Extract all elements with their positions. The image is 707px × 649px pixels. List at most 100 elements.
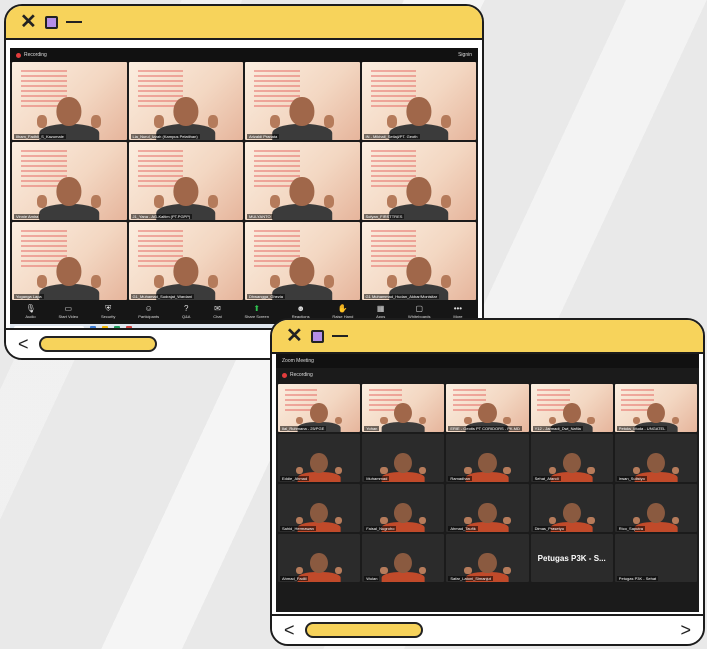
participant-tile[interactable]: Ramadhan [446, 434, 529, 482]
thumbs-up-icon [418, 516, 427, 525]
participant-tile[interactable]: Lia_Nurul_Izzah (Kampus Pelatihan) [128, 62, 243, 140]
hand-button[interactable]: ✋ Raise Hand [332, 305, 353, 320]
scroll-pill[interactable] [38, 336, 157, 352]
participant-name: Irwan_Sulistyo [616, 476, 647, 481]
mic-button[interactable]: 🎙 Audio [25, 304, 36, 320]
participant-tile[interactable]: Petugas P3K - Sehat [614, 534, 697, 582]
view-label[interactable]: Signin [458, 52, 472, 58]
participant-tile[interactable]: Safar_Latoni_Simanjut [446, 534, 529, 582]
maximize-icon[interactable] [44, 15, 58, 29]
participant-name: Sofyan_FIRSTTRES [363, 214, 405, 219]
whiteboard-button[interactable]: ▢ Whiteboards [408, 305, 430, 320]
participant-face [310, 452, 329, 474]
participant-tile[interactable]: Ilham_Fadhli_S_Kazumale [12, 62, 127, 140]
participant-name: Yoganga Lapa [14, 294, 44, 299]
participant-tile[interactable]: Ilal_Ruhmana - 25/PGE [278, 384, 361, 432]
participant-tile[interactable]: J1_Yana - AG-Kaltim (PT.PGPP) [128, 142, 243, 220]
thumbs-up-icon [671, 466, 679, 475]
participant-tile[interactable]: Muhammad [362, 434, 445, 482]
next-arrow-icon[interactable]: > [680, 621, 691, 639]
maximize-icon[interactable] [310, 329, 324, 343]
reaction-icon: ☻ [296, 304, 305, 313]
reaction-button[interactable]: ☻ Reactions [292, 304, 310, 320]
participant-tile[interactable]: Arizaldi Pranata [245, 62, 360, 140]
camera-button[interactable]: ▭ Start Video [58, 305, 78, 320]
window-b: ✕ Zoom Meeting Recording Ilal_Ruhmana - … [270, 318, 705, 646]
thumbs-up-icon [386, 195, 397, 208]
thumbs-up-icon [380, 566, 388, 575]
close-icon[interactable]: ✕ [20, 12, 37, 32]
chat-button[interactable]: ✉ Chat [213, 304, 221, 320]
thumbs-up-icon [548, 466, 557, 475]
participant-name: Dhwangga_Ghezia [247, 294, 286, 299]
thumbs-up-icon [153, 195, 164, 208]
participant-face [394, 502, 413, 524]
participant-tile[interactable]: Irwan_Sulistyo [614, 434, 697, 482]
thumbs-up-icon [548, 416, 557, 425]
thumbs-up-icon [671, 516, 679, 525]
thumbs-up-icon [334, 416, 343, 425]
participant-tile[interactable]: Rico_Saputra [614, 484, 697, 532]
prev-arrow-icon[interactable]: < [284, 621, 295, 639]
participant-tile[interactable]: Ahmad_Fadlil [278, 534, 361, 582]
participant-tile[interactable]: Eddie_Ahmad [278, 434, 361, 482]
apps-button[interactable]: ▦ Apps [376, 305, 385, 320]
minimize-icon[interactable] [331, 335, 348, 337]
participant-name: IN - Mikhail_Setiaji/PT. Geoth [363, 134, 420, 139]
prev-arrow-icon[interactable]: < [18, 335, 29, 353]
toolbar-label: Share Screen [244, 314, 269, 319]
zoom-title: Zoom Meeting [282, 358, 314, 364]
mic-icon: 🎙 [25, 304, 36, 313]
participant-tile[interactable]: ERIE - Geotis PT CORIDORS - PK.MD [446, 384, 529, 432]
thumbs-up-icon [587, 466, 595, 475]
toolbar-label: Q&A [181, 314, 191, 319]
share-screen-button[interactable]: ⬆ Share Screen [244, 305, 269, 320]
scroll-pill[interactable] [304, 622, 423, 638]
more-button[interactable]: ••• More [453, 305, 462, 320]
participant-tile[interactable]: IN - Mikhail_Setiaji/PT. Geoth [361, 62, 476, 140]
participant-tile[interactable]: Petugas P3K - S... [530, 534, 613, 582]
people-button[interactable]: ☺ Participants [138, 305, 159, 320]
thumbs-up-icon [207, 195, 218, 208]
zoom-window-a: Recording Signin Ilham_Fadhli_S_Kazumale… [10, 48, 478, 324]
participant-tile[interactable]: Sehat_Afandi [530, 434, 613, 482]
participant-tile[interactable]: Yohan [362, 384, 445, 432]
chat-icon: ✉ [214, 304, 221, 313]
participant-tile[interactable]: Y12 - Jarmadi_Dwi_Nafila [530, 384, 613, 432]
thumbs-up-icon [440, 275, 451, 288]
close-icon[interactable]: ✕ [286, 326, 303, 346]
participant-tile[interactable]: Dhwangga_Ghezia [245, 222, 360, 300]
participant-tile[interactable]: Vinnie Amira [12, 142, 127, 220]
thumbs-up-icon [334, 466, 343, 475]
qa-button[interactable]: ? Q&A [181, 305, 191, 320]
participant-body [272, 204, 333, 220]
participant-tile[interactable]: Dimas_Prasetyo [530, 484, 613, 532]
minimize-icon[interactable] [65, 21, 82, 23]
participant-tile[interactable]: G1_Muhamad_Sudrajat_Wardani [128, 222, 243, 300]
thumbs-up-icon [671, 416, 679, 425]
shield-button[interactable]: ⛨ Security [101, 305, 115, 320]
participant-face [406, 97, 432, 126]
recording-indicator[interactable]: Recording [282, 372, 313, 378]
participant-name: Ramadhan [448, 476, 472, 481]
thumbs-up-icon [503, 466, 511, 475]
thumbs-up-icon [37, 195, 48, 208]
thumbs-up-icon [324, 115, 335, 128]
thumbs-up-icon [464, 416, 472, 425]
participant-face [394, 402, 413, 424]
participant-tile[interactable]: Yoganga Lapa [12, 222, 127, 300]
video-grid: Ilal_Ruhmana - 25/PGE Yohan ERIE - Geotis … [278, 384, 697, 582]
recording-indicator[interactable]: Recording [16, 52, 47, 58]
participant-face [478, 402, 497, 424]
participant-tile[interactable]: G1 Muhammad_Hudan_Akbar/Monisitar [361, 222, 476, 300]
thumbs-up-icon [464, 566, 472, 575]
participant-tile[interactable]: Faisal_Nugroho [362, 484, 445, 532]
participant-tile[interactable]: Ahmad_Taufik [446, 484, 529, 532]
thumbs-up-icon [91, 275, 102, 288]
participant-tile[interactable]: Sofyan_FIRSTTRES [361, 142, 476, 220]
toolbar-label: Audio [25, 314, 36, 319]
participant-tile[interactable]: Wulan [362, 534, 445, 582]
participant-tile[interactable]: Sahid_Hermawan [278, 484, 361, 532]
participant-tile[interactable]: Petoks_Muda - UNGATEL [614, 384, 697, 432]
participant-tile[interactable]: MULYANTO [245, 142, 360, 220]
